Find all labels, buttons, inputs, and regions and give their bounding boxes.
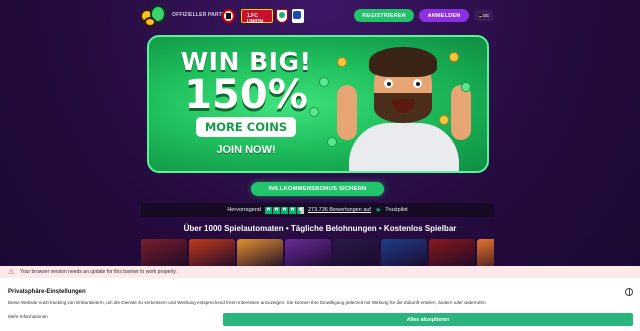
coin-icon [319, 77, 329, 87]
trustpilot-rating-text: Hervorragend [227, 207, 261, 213]
club-logo-union: 1.FC UNION [241, 9, 273, 25]
consent-text: Diese Website nutzt tracking von Drittan… [8, 300, 487, 305]
game-tile[interactable] [381, 239, 427, 269]
browser-warning-text: Your browser version needs an update for… [20, 269, 177, 275]
game-tile[interactable] [477, 239, 494, 269]
consent-title: Privatsphäre-Einstellungen [8, 289, 86, 295]
club-logo-union-text: 1.FC UNION [247, 13, 264, 25]
coin-icon [327, 137, 337, 147]
star-icon: ★ [288, 206, 296, 214]
coin-icon [461, 82, 471, 92]
hero-more-coins: MORE COINS [195, 117, 297, 137]
hero-character-illustration [329, 45, 479, 171]
games-carousel [141, 239, 494, 269]
browser-warning-banner: ⚠ Your browser version needs an update f… [0, 266, 640, 278]
game-tile[interactable] [285, 239, 331, 269]
hero-headline: WIN BIG! [180, 47, 312, 76]
game-tile[interactable] [237, 239, 283, 269]
more-info-link[interactable]: Mehr Informationen [8, 314, 48, 319]
accept-all-button[interactable]: Alles akzeptieren [223, 313, 633, 326]
tagline: Über 1000 Spielautomaten • Tägliche Belo… [183, 224, 457, 233]
globe-icon[interactable] [625, 288, 633, 296]
coin-icon [439, 115, 449, 125]
logo-coin-icon [144, 17, 156, 27]
hero-percentage: 150% [184, 72, 308, 118]
club-logo-hertha [292, 9, 304, 23]
game-tile[interactable] [333, 239, 379, 269]
site-header: OFFIZIELLER PARTNER 1.FC UNION REGISTRIE… [0, 0, 640, 32]
warning-icon: ⚠ [8, 268, 15, 276]
trustpilot-brand: Trustpilot [385, 207, 408, 213]
coin-icon [337, 57, 347, 67]
coin-icon [449, 52, 459, 62]
login-button[interactable]: ANMELDEN [419, 9, 469, 22]
cookie-consent-panel: Privatsphäre-Einstellungen Diese Website… [0, 278, 640, 331]
claim-bonus-button[interactable]: WILLKOMMENSBONUS SICHERN [251, 182, 384, 196]
hero-banner[interactable]: WIN BIG! 150% MORE COINS JOIN NOW! [147, 35, 489, 173]
coin-icon [309, 107, 319, 117]
language-selector[interactable]: DE [475, 10, 493, 21]
game-tile[interactable] [141, 239, 187, 269]
club-logo-leverkusen [222, 9, 235, 23]
flag-icon [478, 14, 482, 17]
star-icon: ★ [296, 206, 304, 214]
trustpilot-reviews-link[interactable]: 273.736 Bewertungen auf [308, 207, 371, 213]
trustpilot-bar[interactable]: Hervorragend ★ ★ ★ ★ ★ 273.736 Bewertung… [141, 203, 494, 217]
hero-join-now: JOIN NOW! [216, 144, 276, 156]
register-button[interactable]: REGISTRIEREN [354, 9, 414, 22]
game-tile[interactable] [189, 239, 235, 269]
site-logo[interactable] [140, 5, 166, 27]
star-icon: ★ [280, 206, 288, 214]
star-icon: ★ [264, 206, 272, 214]
star-icon: ★ [272, 206, 280, 214]
language-code: DE [482, 13, 490, 18]
hero-text: WIN BIG! 150% MORE COINS JOIN NOW! [171, 49, 321, 156]
trustpilot-stars: ★ ★ ★ ★ ★ [264, 206, 304, 214]
club-logo-augsburg [276, 9, 288, 23]
game-tile[interactable] [429, 239, 475, 269]
trustpilot-star-icon: ★ [374, 207, 382, 214]
